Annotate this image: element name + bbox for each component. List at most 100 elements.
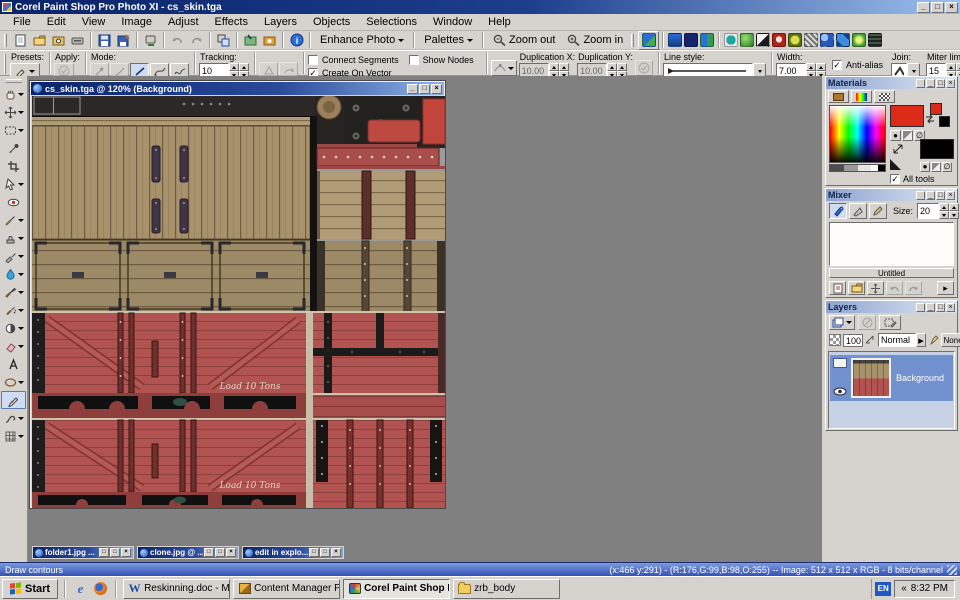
load-mixer-page-icon[interactable]: [848, 281, 865, 295]
tool-crop[interactable]: [1, 157, 26, 175]
background-mini-swatch[interactable]: [939, 116, 950, 127]
maximize-icon[interactable]: □: [320, 548, 330, 557]
undo-icon[interactable]: [168, 32, 187, 49]
restore-icon[interactable]: □: [204, 548, 214, 557]
menu-adjust[interactable]: Adjust: [160, 15, 207, 29]
menu-objects[interactable]: Objects: [305, 15, 358, 29]
minimize-icon[interactable]: _: [926, 303, 935, 312]
slider-down-icon[interactable]: [949, 211, 959, 219]
zoom-out-button[interactable]: Zoom out: [487, 33, 561, 47]
clock-area[interactable]: « 8:32 PM: [894, 580, 955, 598]
tab-swatches[interactable]: [874, 90, 895, 103]
task-zrb-body-folder[interactable]: zrb_body: [453, 579, 560, 599]
tool-preset-shapes[interactable]: [1, 373, 26, 391]
tool-selection[interactable]: [1, 121, 26, 139]
materials-title-bar[interactable]: Materials _ □ ×: [826, 77, 957, 89]
tool-eraser[interactable]: [1, 337, 26, 355]
resize-grip[interactable]: [947, 565, 957, 575]
redo-icon[interactable]: [187, 32, 206, 49]
maximize-icon[interactable]: □: [936, 79, 945, 88]
tool-paint-brush[interactable]: [1, 283, 26, 301]
tool-makeover[interactable]: [1, 211, 26, 229]
spin-up-icon[interactable]: [946, 63, 956, 71]
maximize-icon[interactable]: □: [936, 191, 945, 200]
layers-title-bar[interactable]: Layers _ □ ×: [826, 301, 957, 313]
task-paint-shop-pro[interactable]: Corel Paint Shop Pro ...: [343, 579, 450, 599]
palettes-button[interactable]: Palettes: [418, 33, 479, 47]
remix-icon[interactable]: [905, 281, 922, 295]
slider-up-icon[interactable]: [816, 63, 826, 71]
layer-row-background[interactable]: Background: [830, 355, 953, 401]
mixer-title-bar[interactable]: Mixer _ □ ×: [826, 189, 957, 201]
effect-icon[interactable]: [772, 33, 786, 47]
swap-colors-icon[interactable]: [925, 114, 935, 124]
gray-swatch-strip[interactable]: [829, 164, 886, 172]
tool-pen[interactable]: [1, 391, 26, 409]
restore-icon[interactable]: □: [309, 548, 319, 557]
pin-icon[interactable]: [916, 79, 925, 88]
all-tools-checkbox[interactable]: ✓: [890, 174, 900, 184]
close-icon[interactable]: ×: [946, 79, 955, 88]
menu-view[interactable]: View: [74, 15, 114, 29]
close-icon[interactable]: ×: [331, 548, 341, 557]
foreground-color-swatch[interactable]: [890, 105, 924, 127]
save-as-icon[interactable]: [114, 32, 133, 49]
toolbar-grip[interactable]: [631, 34, 634, 47]
tray-chevron-icon[interactable]: «: [901, 583, 907, 594]
mixer-knife-tool[interactable]: [849, 203, 867, 219]
start-button[interactable]: Start: [2, 579, 58, 599]
anti-alias-checkbox[interactable]: ✓: [832, 60, 842, 70]
opacity-slider-icon[interactable]: [865, 335, 874, 345]
tool-pick[interactable]: [1, 175, 26, 193]
document-title-bar[interactable]: cs_skin.tga @ 120% (Background) _ □ ×: [31, 82, 444, 95]
pin-icon[interactable]: [916, 303, 925, 312]
screen-capture-icon[interactable]: [241, 32, 260, 49]
share-icon[interactable]: [141, 32, 160, 49]
tab-frame[interactable]: [828, 90, 849, 103]
scanner-icon[interactable]: [68, 32, 87, 49]
new-file-icon[interactable]: [11, 32, 30, 49]
menu-image[interactable]: Image: [113, 15, 160, 29]
minimize-icon[interactable]: _: [917, 2, 930, 13]
layer-opacity-value[interactable]: 100: [843, 334, 863, 347]
edit-selection-button[interactable]: [879, 315, 901, 330]
show-nodes-checkbox[interactable]: [409, 55, 419, 65]
close-icon[interactable]: ×: [946, 191, 955, 200]
menu-layers[interactable]: Layers: [256, 15, 305, 29]
more-options-icon[interactable]: ▸: [937, 281, 954, 295]
layer-thumbnail[interactable]: [851, 358, 891, 398]
close-icon[interactable]: ×: [121, 548, 131, 557]
transparent-style-icon[interactable]: ∅: [942, 162, 952, 172]
save-icon[interactable]: [95, 32, 114, 49]
effect-icon[interactable]: [700, 33, 714, 47]
minimize-icon[interactable]: _: [926, 79, 935, 88]
tool-text[interactable]: [1, 355, 26, 373]
maximize-icon[interactable]: □: [110, 548, 120, 557]
unmix-icon[interactable]: [886, 281, 903, 295]
task-reskinning-doc[interactable]: W Reskinning.doc - Microso...: [123, 579, 230, 599]
effect-icon[interactable]: [684, 33, 698, 47]
gradient-style-icon[interactable]: [902, 130, 913, 141]
close-icon[interactable]: ×: [946, 303, 955, 312]
enhance-photo-button[interactable]: Enhance Photo: [314, 33, 410, 47]
spin-up-icon[interactable]: [229, 63, 239, 71]
close-icon[interactable]: ×: [226, 548, 236, 557]
close-icon[interactable]: ×: [945, 2, 958, 13]
resize-icon[interactable]: [214, 32, 233, 49]
mixer-pencil-tool[interactable]: [869, 203, 887, 219]
effect-icon[interactable]: [804, 33, 818, 47]
slider-up-icon[interactable]: [949, 203, 959, 211]
tool-dropper[interactable]: [1, 139, 26, 157]
effect-icon[interactable]: [788, 33, 802, 47]
toolbar-grip[interactable]: [4, 34, 7, 47]
menu-edit[interactable]: Edit: [39, 15, 74, 29]
quicklaunch-ie-icon[interactable]: e: [72, 580, 89, 597]
effect-icon[interactable]: [740, 33, 754, 47]
tool-scratch-remover[interactable]: [1, 247, 26, 265]
task-content-manager[interactable]: Content Manager Plus: [233, 579, 340, 599]
spin-up-icon[interactable]: [806, 63, 816, 71]
gradient-style-icon[interactable]: [931, 162, 941, 172]
palette-grip[interactable]: [6, 79, 22, 83]
background-color-swatch[interactable]: [920, 139, 954, 159]
maximize-icon[interactable]: □: [215, 548, 225, 557]
